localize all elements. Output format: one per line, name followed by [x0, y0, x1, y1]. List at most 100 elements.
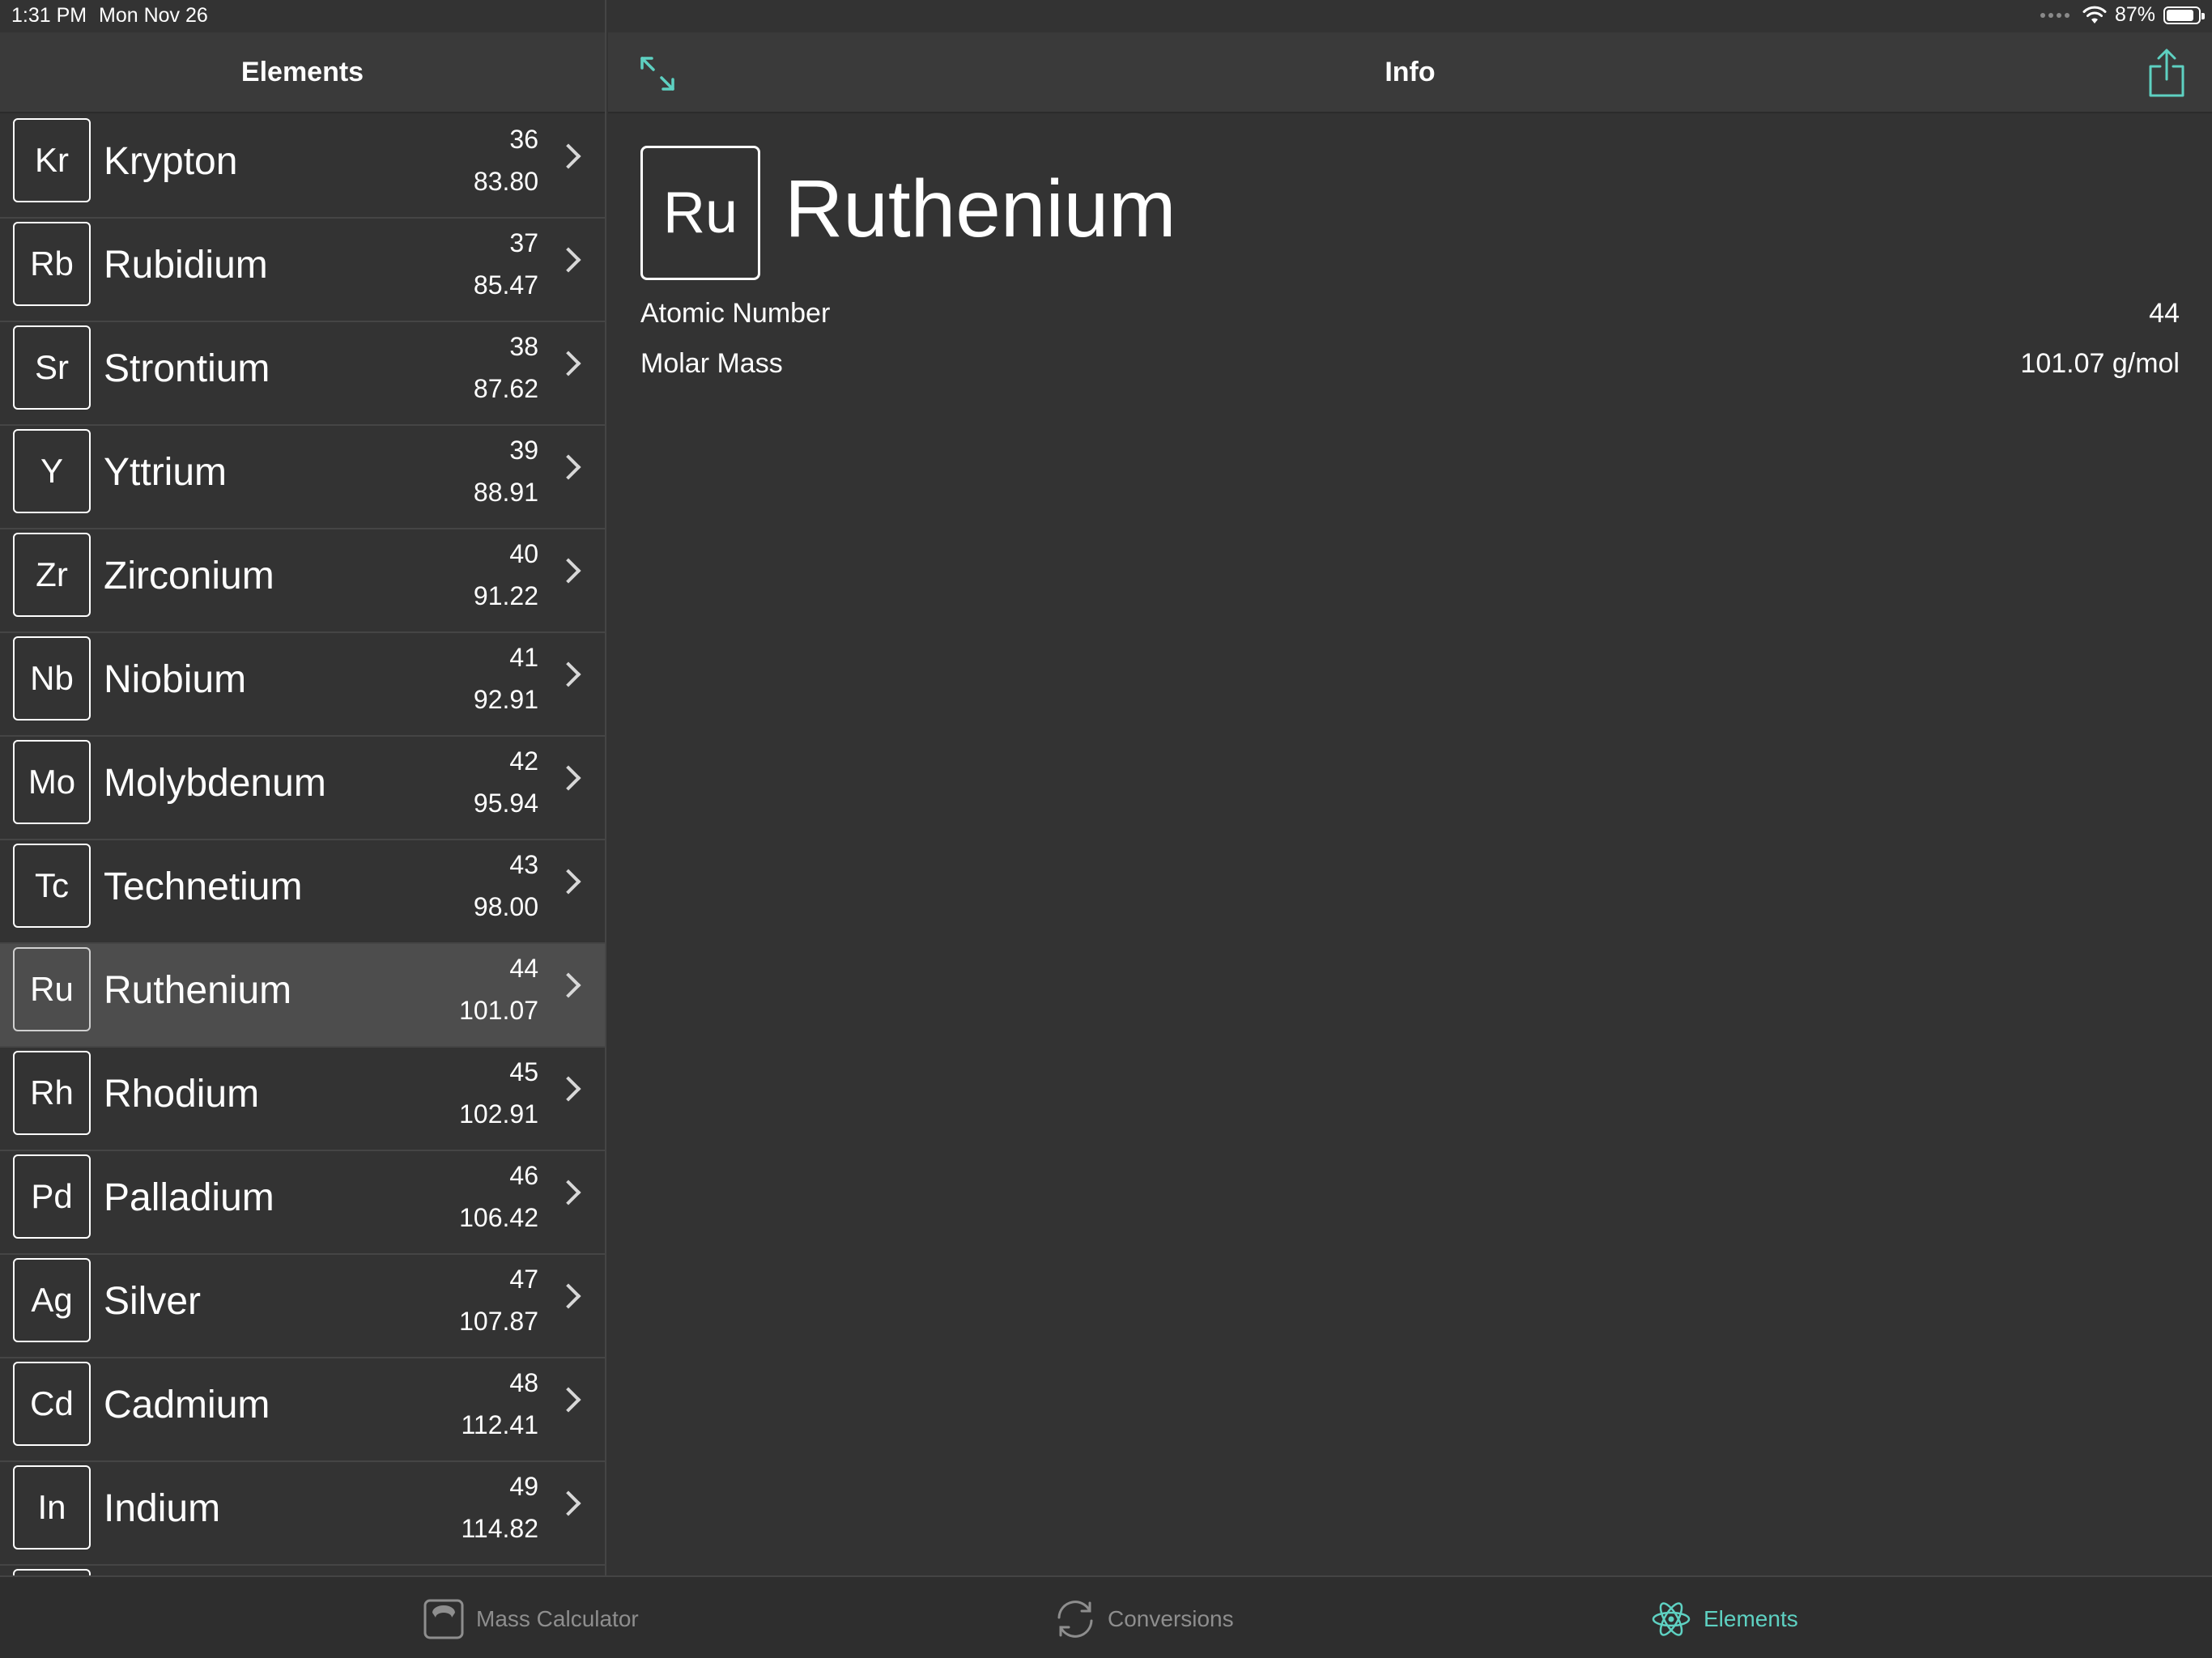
element-detail: Ru Ruthenium Atomic Number 44 Molar Mass… — [608, 115, 2212, 1575]
chevron-right-icon — [555, 351, 581, 376]
detail-symbol: Ru — [640, 146, 760, 280]
property-label: Atomic Number — [640, 298, 831, 329]
property-label: Molar Mass — [640, 348, 783, 379]
element-list[interactable]: Kr Krypton 36 83.80 Rb Rubidium 37 85.47… — [0, 115, 605, 1575]
element-number: 39 — [509, 436, 538, 465]
detail-element-name: Ruthenium — [785, 164, 1176, 254]
tab-bar: Mass Calculator Conversions Elements — [0, 1575, 2212, 1658]
element-number: 45 — [509, 1057, 538, 1086]
element-number: 38 — [509, 332, 538, 361]
element-number: 44 — [509, 954, 538, 983]
sidebar: Elements Kr Krypton 36 83.80 Rb Rubidium… — [0, 0, 606, 1575]
tab-label: Elements — [1704, 1606, 1798, 1631]
property-value: 101.07 g/mol — [2020, 348, 2180, 379]
element-symbol: Ru — [13, 947, 91, 1031]
element-mass: 91.22 — [473, 581, 538, 610]
element-mass: 83.80 — [473, 167, 538, 196]
tab-mass-calculator[interactable]: Mass Calculator — [423, 1596, 639, 1642]
element-row-y[interactable]: Y Yttrium 39 88.91 — [0, 426, 605, 529]
element-number: 42 — [509, 746, 538, 776]
app-screen: Elements Kr Krypton 36 83.80 Rb Rubidium… — [0, 0, 2212, 1658]
element-name: Strontium — [104, 347, 270, 390]
element-mass: 92.91 — [473, 685, 538, 714]
share-icon[interactable] — [2146, 47, 2188, 99]
status-bar: 1:31 PM Mon Nov 26 87% — [0, 0, 2212, 32]
chevron-right-icon — [555, 661, 581, 687]
property-row-atomic-number: Atomic Number 44 — [640, 298, 2180, 335]
element-symbol: Sr — [13, 325, 91, 410]
element-number: 46 — [509, 1161, 538, 1190]
element-number: 43 — [509, 850, 538, 879]
element-row-mo[interactable]: Mo Molybdenum 42 95.94 — [0, 737, 605, 840]
chevron-right-icon — [555, 1283, 581, 1309]
element-mass: 87.62 — [473, 374, 538, 403]
element-row-rb[interactable]: Rb Rubidium 37 85.47 — [0, 219, 605, 322]
element-symbol: Zr — [13, 533, 91, 617]
element-row-partial[interactable] — [0, 1566, 605, 1575]
element-number: 48 — [509, 1368, 538, 1397]
element-name: Niobium — [104, 658, 247, 701]
element-symbol: In — [13, 1465, 91, 1550]
status-time: 1:31 PM — [11, 4, 87, 27]
element-symbol: Kr — [13, 118, 91, 202]
element-name: Yttrium — [104, 451, 228, 494]
element-name: Indium — [104, 1487, 221, 1530]
element-number: 40 — [509, 539, 538, 568]
tab-elements[interactable]: Elements — [1650, 1596, 1798, 1642]
detail-header: Info — [608, 32, 2212, 113]
wifi-icon — [2082, 6, 2107, 23]
element-row-kr[interactable]: Kr Krypton 36 83.80 — [0, 115, 605, 219]
element-row-ru-selected[interactable]: Ru Ruthenium 44 101.07 — [0, 944, 605, 1048]
element-row-ag[interactable]: Ag Silver 47 107.87 — [0, 1255, 605, 1358]
element-symbol: Mo — [13, 740, 91, 824]
element-symbol: Rh — [13, 1051, 91, 1135]
chevron-right-icon — [555, 454, 581, 480]
element-row-nb[interactable]: Nb Niobium 41 92.91 — [0, 633, 605, 737]
chevron-right-icon — [555, 1076, 581, 1102]
chevron-right-icon — [555, 1387, 581, 1413]
atom-icon — [1652, 1602, 1691, 1636]
tab-label: Conversions — [1108, 1606, 1234, 1631]
element-name: Zirconium — [104, 555, 274, 597]
element-row-sr[interactable]: Sr Strontium 38 87.62 — [0, 322, 605, 426]
sidebar-title: Elements — [240, 56, 364, 87]
cellular-signal-icon — [2040, 12, 2069, 18]
element-symbol: Nb — [13, 636, 91, 721]
element-mass: 95.94 — [473, 789, 538, 818]
battery-percent: 87% — [2114, 3, 2155, 26]
scale-icon — [423, 1599, 464, 1639]
chevron-right-icon — [555, 972, 581, 998]
tab-conversions[interactable]: Conversions — [1054, 1596, 1234, 1642]
property-row-molar-mass: Molar Mass 101.07 g/mol — [640, 348, 2180, 385]
element-symbol: Cd — [13, 1362, 91, 1446]
element-row-cd[interactable]: Cd Cadmium 48 112.41 — [0, 1358, 605, 1462]
chevron-right-icon — [555, 247, 581, 273]
element-symbol: Pd — [13, 1154, 91, 1239]
element-row-pd[interactable]: Pd Palladium 46 106.42 — [0, 1151, 605, 1255]
element-number: 37 — [509, 228, 538, 257]
sidebar-header: Elements — [0, 32, 605, 113]
chevron-right-icon — [555, 1490, 581, 1516]
chevron-right-icon — [555, 869, 581, 895]
element-name: Rhodium — [104, 1073, 260, 1116]
element-number: 36 — [509, 125, 538, 154]
element-mass: 85.47 — [473, 270, 538, 300]
element-symbol: Ag — [13, 1258, 91, 1342]
element-mass: 88.91 — [473, 478, 538, 507]
element-symbol: Tc — [13, 844, 91, 928]
element-number: 47 — [509, 1265, 538, 1294]
battery-icon — [2163, 6, 2205, 24]
element-row-rh[interactable]: Rh Rhodium 45 102.91 — [0, 1048, 605, 1151]
refresh-icon — [1057, 1601, 1093, 1638]
element-mass: 98.00 — [473, 892, 538, 921]
element-name: Palladium — [104, 1176, 274, 1219]
element-mass: 101.07 — [459, 996, 538, 1025]
chevron-right-icon — [555, 143, 581, 169]
element-mass: 106.42 — [459, 1203, 538, 1232]
element-name: Krypton — [104, 140, 238, 183]
element-row-tc[interactable]: Tc Technetium 43 98.00 — [0, 840, 605, 944]
element-row-in[interactable]: In Indium 49 114.82 — [0, 1462, 605, 1566]
element-number: 49 — [509, 1472, 538, 1501]
element-mass: 107.87 — [459, 1307, 538, 1336]
element-row-zr[interactable]: Zr Zirconium 40 91.22 — [0, 529, 605, 633]
